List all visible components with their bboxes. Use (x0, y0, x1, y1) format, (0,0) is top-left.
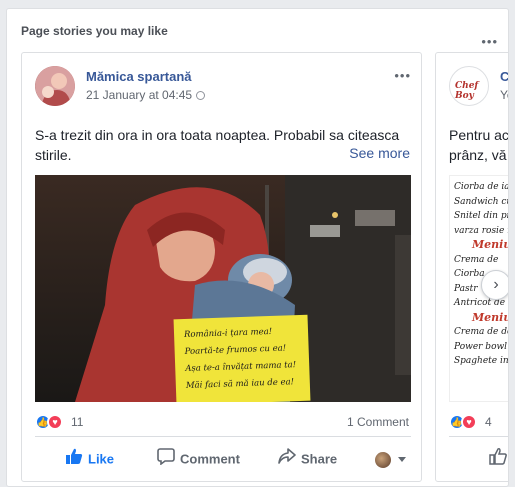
share-label: Share (301, 451, 338, 467)
profile-thumb-icon (375, 451, 391, 468)
next-post-text: Pentru ac prânz, vă (449, 125, 509, 165)
post-actions-bar: Like Comment Share (35, 436, 411, 480)
post-more-icon[interactable]: ••• (394, 68, 411, 83)
chevron-right-icon: › (493, 276, 499, 293)
chef-boy-avatar[interactable]: Chef Boy (449, 66, 489, 106)
next-page-name[interactable]: Cl (500, 69, 508, 84)
menu-line: Power bowl c (454, 341, 509, 352)
panel-more-icon[interactable]: ••• (481, 35, 498, 48)
reaction-count[interactable]: 11 (71, 415, 83, 429)
post-card: Mămica spartană 21 January at 04:45 ••• … (21, 52, 422, 482)
menu-line: Sandwich cu (454, 196, 509, 207)
love-reaction-icon: ♥ (47, 414, 63, 430)
next-reaction-count[interactable]: 4 (485, 415, 492, 429)
menu-heading: Meniu (472, 238, 509, 251)
next-text-line: prânz, vă (449, 147, 507, 163)
sign-line: Măi faci să mă iau de ea! (185, 377, 295, 391)
timestamp-text[interactable]: 21 January at 04:45 (86, 88, 192, 102)
chevron-down-icon (397, 457, 406, 463)
like-label: Like (88, 451, 115, 467)
page-name-link[interactable]: Mămica spartană (86, 69, 192, 84)
globe-icon (196, 91, 206, 100)
protest-sign: România-i țara mea! Poartă-te frumos cu … (173, 314, 311, 402)
menu-line: Ciorba de iar (454, 182, 509, 192)
menu-line: varza rosie m (454, 225, 508, 236)
page-stories-panel: Page stories you may like ••• Mămica spa… (6, 8, 509, 487)
next-text-line: Pentru ac (449, 127, 509, 143)
post-timestamp[interactable]: 21 January at 04:45 (86, 88, 206, 102)
menu-line: Crema de doc (454, 327, 508, 337)
post-photo[interactable]: România-i țara mea! Poartă-te frumos cu … (35, 175, 411, 402)
share-arrow-icon (278, 447, 296, 473)
react-as-selector[interactable] (375, 447, 406, 471)
comment-button[interactable]: Comment (157, 447, 240, 471)
like-button[interactable]: Like (65, 447, 114, 471)
see-more-link[interactable]: See more (345, 145, 410, 161)
next-like-button[interactable] (489, 447, 508, 473)
love-reaction-icon: ♥ (461, 414, 477, 430)
next-timestamp[interactable]: Ye (500, 88, 508, 102)
menu-heading: Meniu (472, 310, 509, 324)
page-avatar[interactable] (35, 66, 75, 106)
panel-title: Page stories you may like (21, 24, 168, 38)
next-post-actions-bar (449, 436, 508, 480)
share-button[interactable]: Share (278, 447, 337, 471)
comment-bubble-icon (157, 447, 175, 473)
menu-line: Spaghete inte (454, 356, 509, 366)
next-post-card: Chef Boy Cl Ye Pentru ac prânz, vă Ciorb… (435, 52, 509, 482)
thumbs-up-icon (489, 447, 507, 473)
chef-boy-logo: Chef Boy (455, 81, 479, 101)
comment-count-link[interactable]: 1 Comment (347, 415, 409, 429)
menu-line: Snitel din pie (454, 211, 509, 221)
comment-label: Comment (180, 451, 240, 467)
thumbs-up-icon (65, 447, 83, 473)
carousel-next-button[interactable]: › (481, 270, 508, 300)
menu-line: Crema de (454, 254, 499, 265)
